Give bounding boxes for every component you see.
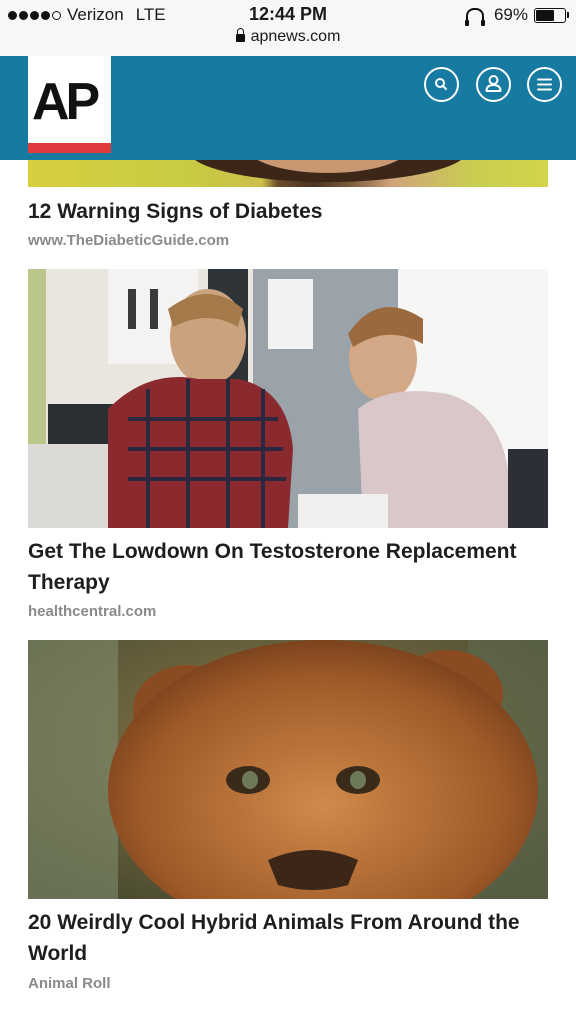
feed-item-source: Animal Roll [28, 975, 111, 992]
battery-icon [534, 7, 569, 23]
feed-item-headline[interactable]: Get The Lowdown On Testosterone Replacem… [28, 536, 548, 598]
lion-photo [28, 640, 548, 899]
headphones-icon [464, 7, 485, 26]
battery-group: 69% [464, 5, 569, 26]
user-icon [485, 75, 502, 92]
status-bar: Verizon LTE 12:44 PM apnews.com 69% [0, 0, 576, 57]
menu-button[interactable] [527, 67, 562, 102]
hybrid-animals-ad-image[interactable] [28, 640, 548, 899]
menu-icon [537, 78, 552, 91]
clinic-photo [28, 269, 548, 528]
url-text: apnews.com [250, 28, 341, 45]
address-bar[interactable]: apnews.com [0, 28, 576, 46]
search-icon [435, 78, 447, 90]
feed-item-headline[interactable]: 20 Weirdly Cool Hybrid Animals From Arou… [28, 907, 548, 969]
lock-icon [235, 28, 245, 42]
battery-percent: 69% [493, 5, 528, 24]
feed-item-source: www.TheDiabeticGuide.com [28, 232, 230, 249]
account-button[interactable] [476, 67, 511, 102]
search-button[interactable] [424, 67, 459, 102]
ap-logo[interactable]: AP [28, 56, 111, 153]
site-header: AP [0, 56, 576, 160]
hair-silhouette [195, 160, 461, 182]
feed-item-headline[interactable]: 12 Warning Signs of Diabetes [28, 196, 548, 227]
logo-text: AP [32, 73, 100, 131]
testosterone-ad-image[interactable] [28, 269, 548, 528]
logo-red-bar [28, 143, 111, 153]
diabetes-ad-image[interactable] [28, 160, 548, 187]
feed-item-source: healthcentral.com [28, 603, 157, 620]
